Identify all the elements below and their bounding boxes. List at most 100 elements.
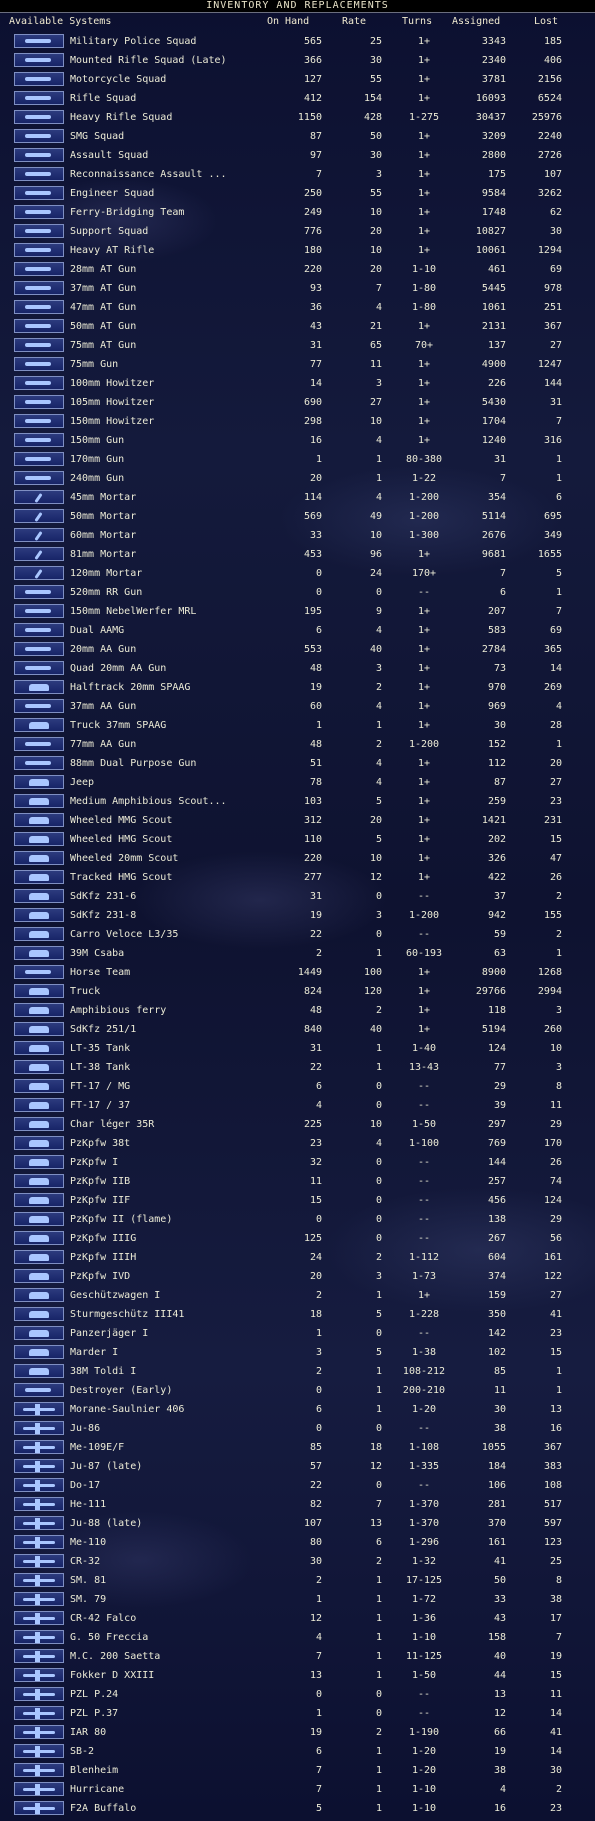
plane-icon[interactable] [14,1782,64,1796]
system-row[interactable]: 81mm Mortar 453 96 1+ 9681 1655 [0,545,595,564]
system-row[interactable]: G. 50 Freccia 4 1 1-10 158 7 [0,1628,595,1647]
infantry-icon[interactable] [14,129,64,143]
mortar-icon[interactable] [14,509,64,523]
system-row[interactable]: PzKpfw IIIH 24 2 1-112 604 161 [0,1248,595,1267]
plane-icon[interactable] [14,1725,64,1739]
system-row[interactable]: Ju-86 0 0 -- 38 16 [0,1419,595,1438]
tank-icon[interactable] [14,1079,64,1093]
tank-icon[interactable] [14,1041,64,1055]
system-row[interactable]: SdKfz 231-6 31 0 -- 37 2 [0,887,595,906]
system-row[interactable]: 150mm Gun 16 4 1+ 1240 316 [0,431,595,450]
system-row[interactable]: 45mm Mortar 114 4 1-200 354 6 [0,488,595,507]
vehicle-icon[interactable] [14,851,64,865]
system-row[interactable]: Me-109E/F 85 18 1-108 1055 367 [0,1438,595,1457]
column-header-lost[interactable]: Lost [534,13,558,31]
infantry-icon[interactable] [14,34,64,48]
system-row[interactable]: Amphibious ferry 48 2 1+ 118 3 [0,1001,595,1020]
plane-icon[interactable] [14,1744,64,1758]
system-row[interactable]: 47mm AT Gun 36 4 1-80 1061 251 [0,298,595,317]
system-row[interactable]: He-111 82 7 1-370 281 517 [0,1495,595,1514]
system-row[interactable]: 37mm AA Gun 60 4 1+ 969 4 [0,697,595,716]
vehicle-icon[interactable] [14,832,64,846]
system-row[interactable]: CR-42 Falco 12 1 1-36 43 17 [0,1609,595,1628]
system-row[interactable]: PzKpfw IIIG 125 0 -- 267 56 [0,1229,595,1248]
tank-icon[interactable] [14,1364,64,1378]
tank-icon[interactable] [14,1098,64,1112]
plane-icon[interactable] [14,1440,64,1454]
gun-icon[interactable] [14,604,64,618]
system-row[interactable]: Geschützwagen I 2 1 1+ 159 27 [0,1286,595,1305]
infantry-icon[interactable] [14,72,64,86]
plane-icon[interactable] [14,1630,64,1644]
system-row[interactable]: IAR 80 19 2 1-190 66 41 [0,1723,595,1742]
tank-icon[interactable] [14,1060,64,1074]
system-row[interactable]: F2A Buffalo 5 1 1-10 16 23 [0,1799,595,1818]
system-row[interactable]: Horse Team 1449 100 1+ 8900 1268 [0,963,595,982]
system-row[interactable]: PzKpfw IIB 11 0 -- 257 74 [0,1172,595,1191]
gun-icon[interactable] [14,300,64,314]
system-row[interactable]: CR-32 30 2 1-32 41 25 [0,1552,595,1571]
system-row[interactable]: Engineer Squad 250 55 1+ 9584 3262 [0,184,595,203]
system-row[interactable]: 75mm AT Gun 31 65 70+ 137 27 [0,336,595,355]
system-row[interactable]: Rifle Squad 412 154 1+ 16093 6524 [0,89,595,108]
gun-icon[interactable] [14,623,64,637]
system-row[interactable]: 39M Csaba 2 1 60-193 63 1 [0,944,595,963]
gun-icon[interactable] [14,338,64,352]
plane-icon[interactable] [14,1421,64,1435]
system-row[interactable]: 240mm Gun 20 1 1-22 7 1 [0,469,595,488]
system-row[interactable]: Ju-87 (late) 57 12 1-335 184 383 [0,1457,595,1476]
system-row[interactable]: Motorcycle Squad 127 55 1+ 3781 2156 [0,70,595,89]
gun-icon[interactable] [14,471,64,485]
truck-icon[interactable] [14,984,64,998]
system-row[interactable]: 520mm RR Gun 0 0 -- 6 1 [0,583,595,602]
system-row[interactable]: Destroyer (Early) 0 1 200-210 11 1 [0,1381,595,1400]
vehicle-icon[interactable] [14,908,64,922]
system-row[interactable]: Hurricane 7 1 1-10 4 2 [0,1780,595,1799]
gun-icon[interactable] [14,319,64,333]
system-row[interactable]: SdKfz 231-8 19 3 1-200 942 155 [0,906,595,925]
tank-icon[interactable] [14,927,64,941]
vehicle-icon[interactable] [14,1022,64,1036]
system-row[interactable]: 77mm AA Gun 48 2 1-200 152 1 [0,735,595,754]
tank-icon[interactable] [14,1269,64,1283]
column-header-on-hand[interactable]: On Hand [267,13,309,31]
system-row[interactable]: Panzerjäger I 1 0 -- 142 23 [0,1324,595,1343]
plane-icon[interactable] [14,1402,64,1416]
system-row[interactable]: Medium Amphibious Scout... 103 5 1+ 259 23 [0,792,595,811]
tank-icon[interactable] [14,1231,64,1245]
system-row[interactable]: 170mm Gun 1 1 80-380 31 1 [0,450,595,469]
column-header-turns[interactable]: Turns [402,13,432,31]
gun-icon[interactable] [14,642,64,656]
ship-icon[interactable] [14,1383,64,1397]
column-header-rate[interactable]: Rate [342,13,366,31]
system-row[interactable]: Support Squad 776 20 1+ 10827 30 [0,222,595,241]
system-row[interactable]: Heavy Rifle Squad 1150 428 1-275 30437 25976 [0,108,595,127]
tank-icon[interactable] [14,1326,64,1340]
gun-icon[interactable] [14,243,64,257]
system-row[interactable]: SdKfz 251/1 840 40 1+ 5194 260 [0,1020,595,1039]
column-header-assigned[interactable]: Assigned [452,13,500,31]
system-row[interactable]: Jeep 78 4 1+ 87 27 [0,773,595,792]
system-row[interactable]: Tracked HMG Scout 277 12 1+ 422 26 [0,868,595,887]
infantry-icon[interactable] [14,186,64,200]
system-row[interactable]: SM. 81 2 1 17-125 50 8 [0,1571,595,1590]
plane-icon[interactable] [14,1459,64,1473]
tank-icon[interactable] [14,1288,64,1302]
system-row[interactable]: 38M Toldi I 2 1 108-212 85 1 [0,1362,595,1381]
infantry-icon[interactable] [14,205,64,219]
system-row[interactable]: 75mm Gun 77 11 1+ 4900 1247 [0,355,595,374]
gun-icon[interactable] [14,414,64,428]
plane-icon[interactable] [14,1801,64,1815]
gun-icon[interactable] [14,661,64,675]
system-row[interactable]: 37mm AT Gun 93 7 1-80 5445 978 [0,279,595,298]
system-row[interactable]: PZL P.24 0 0 -- 13 11 [0,1685,595,1704]
system-row[interactable]: SM. 79 1 1 1-72 33 38 [0,1590,595,1609]
gun-icon[interactable] [14,756,64,770]
system-row[interactable]: FT-17 / 37 4 0 -- 39 11 [0,1096,595,1115]
gun-icon[interactable] [14,262,64,276]
system-row[interactable]: 105mm Howitzer 690 27 1+ 5430 31 [0,393,595,412]
tank-icon[interactable] [14,1345,64,1359]
plane-icon[interactable] [14,1649,64,1663]
tank-icon[interactable] [14,1117,64,1131]
plane-icon[interactable] [14,1516,64,1530]
